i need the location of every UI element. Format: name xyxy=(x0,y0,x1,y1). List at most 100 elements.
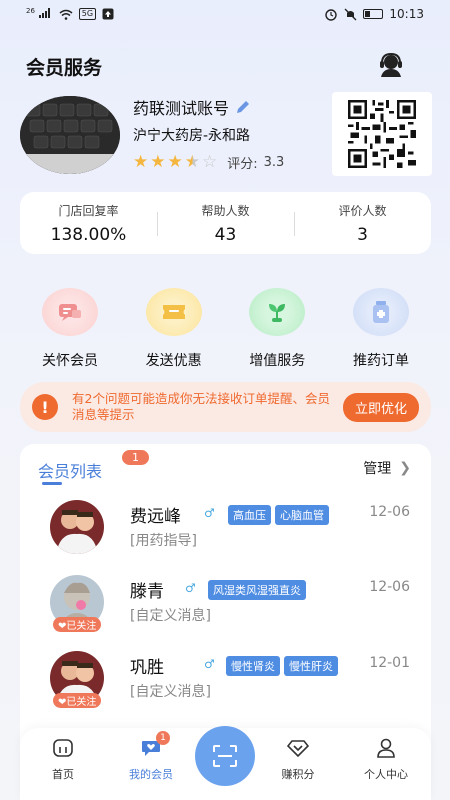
care-message-icon xyxy=(42,288,98,336)
male-icon: ♂ xyxy=(204,506,215,520)
network-badge: 5G xyxy=(78,8,97,20)
action-recommend-order[interactable]: 推药订单 xyxy=(331,288,431,370)
member-date: 12-06 xyxy=(369,579,410,595)
upload-icon xyxy=(102,8,114,20)
action-value-service[interactable]: 增值服务 xyxy=(227,288,327,370)
battery-icon xyxy=(363,9,384,19)
stat-value: 43 xyxy=(214,224,237,245)
mute-icon xyxy=(344,8,357,20)
store-avatar[interactable] xyxy=(20,96,120,174)
edit-pencil-icon[interactable] xyxy=(235,99,251,115)
member-row[interactable]: ❤已关注 滕青 ♂ 风湿类风湿强直炎 12-06 [自定义消息] xyxy=(50,575,420,639)
tab-label: 赚积分 xyxy=(281,768,315,781)
stat-label: 门店回复率 xyxy=(58,203,119,218)
male-icon: ♂ xyxy=(204,657,215,671)
diamond-icon xyxy=(263,736,333,760)
member-list-badge: 1 xyxy=(122,450,149,465)
customer-service-icon[interactable] xyxy=(377,52,405,78)
action-send-coupon[interactable]: 发送优惠 xyxy=(124,288,224,370)
avatar xyxy=(50,500,104,554)
action-label: 发送优惠 xyxy=(145,353,202,369)
tab-profile[interactable]: 个人中心 xyxy=(351,736,421,782)
tab-label: 首页 xyxy=(52,768,74,781)
stat-helped-count[interactable]: 帮助人数 43 xyxy=(157,202,294,245)
coupon-icon xyxy=(145,288,202,336)
store-address: 沪宁大药房-永和路 xyxy=(133,128,251,144)
status-left: 26 5G xyxy=(26,7,114,21)
tab-badge: 1 xyxy=(156,731,170,745)
status-bar: 26 5G 10:13 xyxy=(0,0,450,28)
action-label: 关怀会员 xyxy=(42,353,98,369)
scan-button[interactable] xyxy=(195,726,255,786)
chat-heart-icon: 1 xyxy=(116,731,186,760)
action-label: 推药订单 xyxy=(352,353,409,369)
tab-label: 个人中心 xyxy=(364,768,408,781)
chevron-right-icon: ❯ xyxy=(399,460,411,476)
member-tag: 慢性肝炎 xyxy=(284,656,338,676)
stat-label: 帮助人数 xyxy=(201,203,250,218)
tab-home[interactable]: 首页 xyxy=(28,736,98,782)
warning-icon: ! xyxy=(32,394,58,420)
member-tags: 慢性肾炎 慢性肝炎 xyxy=(226,656,338,676)
star-full-icon: ★ xyxy=(167,152,183,172)
status-right: 10:13 xyxy=(324,7,424,21)
wifi-icon xyxy=(59,9,73,20)
member-tag: 高血压 xyxy=(228,505,271,525)
star-half-icon: ★ xyxy=(184,152,200,172)
member-row[interactable]: ❤已关注 巩胜 ♂ 慢性肾炎 慢性肝炎 12-01 [自定义消息] xyxy=(50,651,420,715)
status-time: 10:13 xyxy=(389,7,424,21)
alarm-icon xyxy=(325,8,338,21)
member-message: [自定义消息] xyxy=(130,608,211,624)
male-icon: ♂ xyxy=(185,581,196,595)
manage-label: 管理 xyxy=(363,461,392,477)
followed-badge: ❤已关注 xyxy=(53,693,102,708)
member-message: [自定义消息] xyxy=(130,684,211,700)
medicine-bottle-icon xyxy=(352,288,409,336)
member-name: 巩胜 xyxy=(130,658,164,678)
store-name: 药联测试账号 xyxy=(133,95,251,119)
optimize-now-button[interactable]: 立即优化 xyxy=(342,392,419,422)
member-message: [用药指导] xyxy=(130,533,197,549)
tab-underline xyxy=(42,482,62,485)
member-row[interactable]: 费远峰 ♂ 高血压 心脑血管 12-06 [用药指导] xyxy=(50,500,420,564)
stat-label: 评价人数 xyxy=(338,203,387,218)
member-date: 12-06 xyxy=(369,504,410,520)
signal-label: 26 xyxy=(26,7,35,15)
page-title: 会员服务 xyxy=(26,57,103,79)
manage-button[interactable]: 管理 ❯ xyxy=(363,458,411,478)
quick-actions: 关怀会员 发送优惠 增值服务 推药订单 xyxy=(20,288,431,370)
stats-card: 门店回复率 138.00% 帮助人数 43 评价人数 3 xyxy=(20,192,431,254)
rating-label: 评分: xyxy=(227,156,258,172)
member-name: 费远峰 xyxy=(130,507,181,527)
member-date: 12-01 xyxy=(369,655,410,671)
person-icon xyxy=(351,736,421,760)
followed-label: 已关注 xyxy=(66,697,97,708)
member-tags: 高血压 心脑血管 xyxy=(228,505,329,525)
bottom-tabbar: 首页 1 我的会员 赚积分 个人中心 xyxy=(20,726,431,800)
star-full-icon: ★ xyxy=(133,152,149,172)
scan-icon xyxy=(213,745,237,767)
member-tag: 慢性肾炎 xyxy=(226,656,280,676)
rating-value: 3.3 xyxy=(263,154,285,170)
stat-reply-rate[interactable]: 门店回复率 138.00% xyxy=(20,202,157,245)
member-tags: 风湿类风湿强直炎 xyxy=(208,580,306,600)
tab-earn-points[interactable]: 赚积分 xyxy=(263,736,333,782)
member-tag: 风湿类风湿强直炎 xyxy=(208,580,306,600)
notice-banner: ! 有2个问题可能造成你无法接收订单提醒、会员消息等提示 立即优化 xyxy=(20,382,431,432)
tab-my-members[interactable]: 1 我的会员 xyxy=(116,731,186,782)
member-list-title[interactable]: 会员列表 xyxy=(38,458,102,482)
store-name-text: 药联测试账号 xyxy=(133,99,230,118)
stat-review-count[interactable]: 评价人数 3 xyxy=(294,202,431,245)
star-empty-icon: ☆ xyxy=(202,152,218,172)
sprout-icon xyxy=(249,288,306,336)
action-label: 增值服务 xyxy=(249,353,306,369)
rating-row: ★ ★ ★ ★ ☆ 评分: 3.3 xyxy=(133,152,284,172)
home-icon xyxy=(28,736,98,760)
member-tag: 心脑血管 xyxy=(275,505,329,525)
followed-label: 已关注 xyxy=(66,621,97,632)
qr-code[interactable] xyxy=(332,92,432,176)
followed-badge: ❤已关注 xyxy=(53,617,102,632)
action-care-member[interactable]: 关怀会员 xyxy=(20,288,120,370)
star-full-icon: ★ xyxy=(150,152,166,172)
notice-text: 有2个问题可能造成你无法接收订单提醒、会员消息等提示 xyxy=(72,391,330,422)
